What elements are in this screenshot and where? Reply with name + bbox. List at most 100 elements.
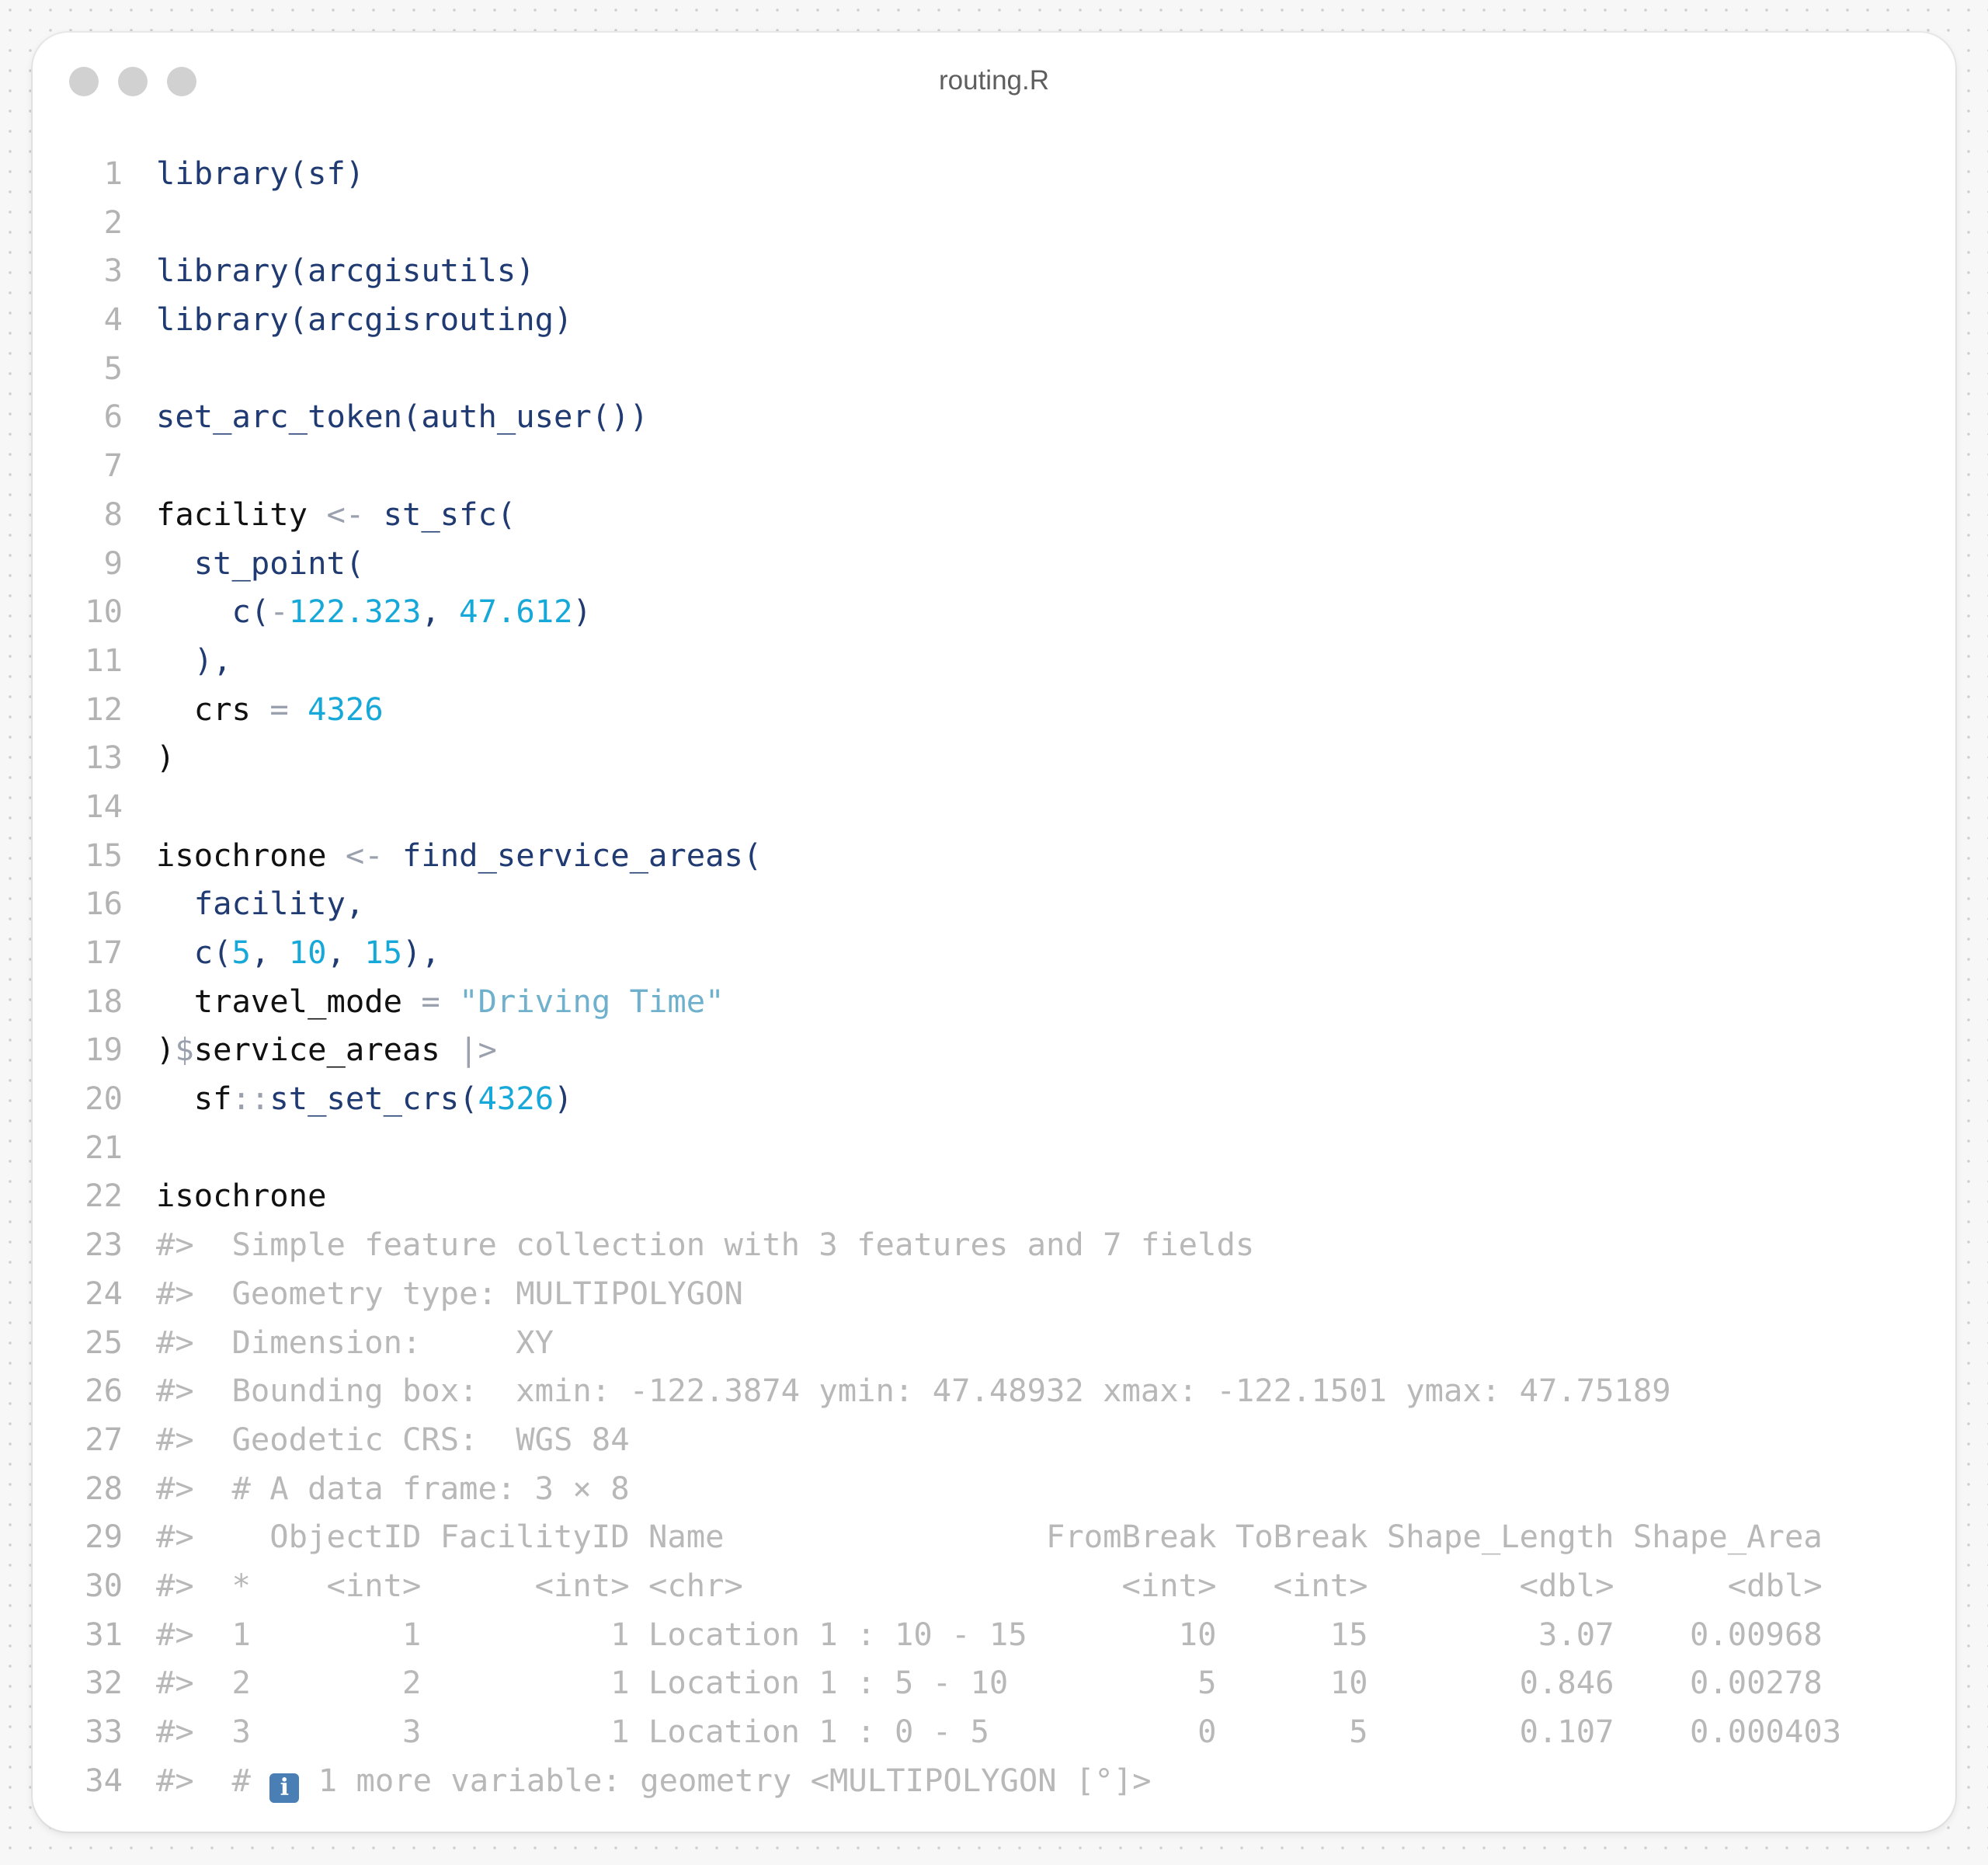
code-token: isochrone [156,836,346,874]
code-token: st_sfc( [364,495,516,533]
code-token: , [326,934,365,971]
line-number: 20 [85,1080,123,1118]
code-token: (arcgisrouting) [288,301,573,339]
code-token: 10 [288,934,327,971]
code-token: 47.612 [459,593,573,631]
code-token: = [269,690,289,728]
line-source: library(arcgisutils) [156,246,535,295]
code-token: (arcgisutils) [288,252,535,290]
code-token: 4326 [478,1080,554,1118]
code-token: |> [459,1031,497,1069]
line-number: 9 [103,544,123,582]
code-token: 4326 [308,690,384,728]
line-source: st_point( [156,539,364,588]
code-token: #> 1 1 1 Location 1 : 10 - 15 10 15 3.07… [156,1615,1823,1653]
line-source: #> * <int> <int> <chr> <int> <int> <dbl>… [156,1561,1823,1610]
code-token: #> Geodetic CRS: WGS 84 [156,1420,630,1458]
line-number: 19 [85,1031,123,1069]
code-token: "Driving Time" [459,982,725,1020]
code-token: 1 more variable: geometry <MULTIPOLYGON … [299,1761,1152,1799]
line-source: )$service_areas |> [156,1025,497,1074]
line-source: #> Geometry type: MULTIPOLYGON [156,1269,743,1318]
line-number: 16 [85,885,123,923]
code-token: , [421,593,460,631]
code-token: ) [572,593,592,631]
code-token: facility, [156,885,365,923]
code-token: travel_mode [156,982,422,1020]
code-token: #> 3 3 1 Location 1 : 0 - 5 0 5 0.107 0.… [156,1713,1842,1750]
code-token: #> Dimension: XY [156,1323,554,1361]
code-token: (sf) [288,155,365,192]
code-token: service_areas [193,1031,460,1069]
line-number: 26 [85,1372,123,1410]
line-number: 13 [85,739,123,777]
code-token: st_point( [156,544,365,582]
code-token: - [269,593,289,631]
line-number: 6 [103,398,123,436]
line-source: #> 2 2 1 Location 1 : 5 - 10 5 10 0.846 … [156,1658,1823,1707]
line-source: isochrone <- find_service_areas( [156,831,762,880]
line-number: 25 [85,1323,123,1361]
code-token: $ [175,1031,194,1069]
line-number: 4 [103,301,123,339]
code-token: :: [231,1080,270,1118]
info-icon: i [269,1773,300,1803]
line-source: facility <- st_sfc( [156,490,516,539]
code-token: 5 [231,934,251,971]
code-token: <- [326,495,365,533]
line-number: 8 [103,495,123,533]
code-token: ), [156,641,232,679]
line-source: #> 3 3 1 Location 1 : 0 - 5 0 5 0.107 0.… [156,1707,1841,1756]
line-number: 32 [85,1664,123,1702]
line-number: 23 [85,1226,123,1264]
line-number: 15 [85,836,123,874]
line-number: 21 [85,1128,123,1166]
line-source: ), [156,636,232,685]
line-number: 28 [85,1469,123,1507]
line-number: 7 [103,447,123,485]
code-token: , [250,934,289,971]
line-source: #> ObjectID FacilityID Name FromBreak To… [156,1512,1823,1561]
code-token: crs [156,690,270,728]
line-source: #> 1 1 1 Location 1 : 10 - 15 10 15 3.07… [156,1610,1823,1659]
line-source: #> Geodetic CRS: WGS 84 [156,1415,630,1464]
code-token: st_set_crs( [269,1080,478,1118]
line-source: crs = 4326 [156,685,384,734]
line-number: 14 [85,787,123,825]
code-token: library [156,301,289,339]
code-token: library [156,252,289,290]
code-token: #> # A data frame: 3 × 8 [156,1469,630,1507]
line-number: 30 [85,1566,123,1604]
line-source: #> Bounding box: xmin: -122.3874 ymin: 4… [156,1366,1671,1415]
code-token: c( [156,934,232,971]
code-token: <- [345,836,384,874]
line-source: library(sf) [156,149,364,198]
code-token: #> # [156,1761,270,1799]
line-source: travel_mode = "Driving Time" [156,977,725,1026]
line-number: 3 [103,252,123,290]
line-number: 12 [85,690,123,728]
line-number: 34 [85,1761,123,1799]
line-source: isochrone [156,1171,326,1220]
line-number: 2 [103,203,123,241]
code-token: set_arc_token(auth_user()) [156,398,648,436]
code-token: isochrone [156,1177,327,1215]
code-token: #> Simple feature collection with 3 feat… [156,1226,1255,1264]
code-token: #> Bounding box: xmin: -122.3874 ymin: 4… [156,1372,1671,1410]
code-token: 122.323 [288,593,422,631]
line-number: 17 [85,934,123,971]
line-source: c(5, 10, 15), [156,928,440,977]
line-number: 10 [85,593,123,631]
code-token: = [421,982,440,1020]
code-token: c( [156,593,270,631]
line-number: 22 [85,1177,123,1215]
line-source: #> Dimension: XY [156,1318,554,1367]
title-bar: routing.R [33,33,1955,134]
line-source: facility, [156,879,364,928]
code-token: #> ObjectID FacilityID Name FromBreak To… [156,1518,1823,1556]
line-number: 18 [85,982,123,1020]
line-number: 33 [85,1713,123,1750]
line-source: c(-122.323, 47.612) [156,587,592,636]
